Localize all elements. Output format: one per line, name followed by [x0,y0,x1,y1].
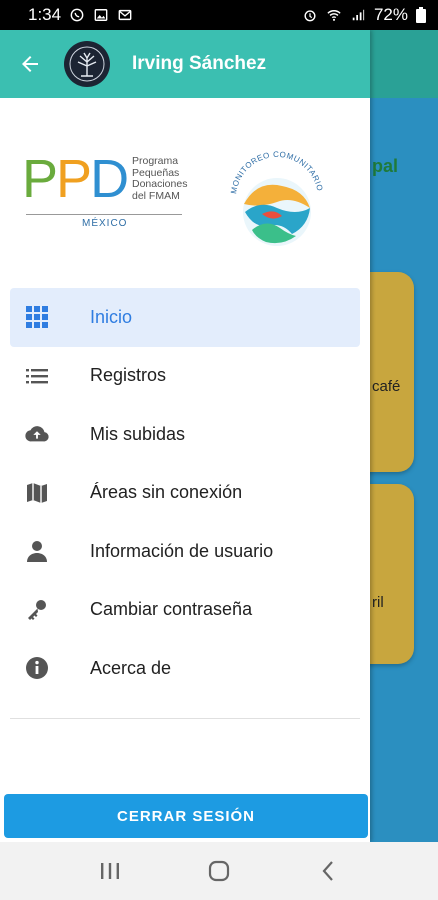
menu-divider [10,717,360,719]
background-title: pal [372,156,399,176]
home-button[interactable] [199,851,239,891]
whatsapp-icon [70,8,84,22]
ppd-logo-letters: PPD [22,149,129,209]
menu-item-mis-subidas[interactable]: Mis subidas [10,405,360,464]
wifi-icon [327,10,341,21]
image-icon [94,9,108,21]
key-icon [24,597,50,623]
navigation-drawer: Irving Sánchez PPD Programa Pequeñas Don… [0,30,370,842]
menu-label: Áreas sin conexión [90,482,243,503]
tree-logo-icon [69,46,105,82]
menu-label: Acerca de [90,657,172,678]
monitoreo-comunitario-logo: MONITOREO COMUNITARIO [229,150,324,246]
ppd-country: MÉXICO [82,218,128,229]
alarm-icon [304,10,316,22]
menu-item-areas-sin-conexion[interactable]: Áreas sin conexión [10,464,360,523]
chevron-left-icon [322,861,333,881]
ppd-subtitle-line: del FMAM [132,189,180,202]
map-icon [24,480,50,506]
grid-icon [24,304,50,330]
background-card-text: ril [372,594,384,611]
ppd-subtitle: Programa Pequeñas Donaciones del FMAM [132,155,188,202]
ppd-subtitle-line: Donaciones [132,178,188,190]
recent-apps-icon [101,863,120,879]
drawer-header: Irving Sánchez [0,30,370,98]
menu-item-informacion-usuario[interactable]: Información de usuario [10,522,360,581]
status-left: 1:34 [28,5,133,25]
avatar[interactable] [64,41,110,87]
logos-area: PPD Programa Pequeñas Donaciones del FMA… [0,98,370,288]
ppd-letter: P [22,149,58,209]
ppd-letter: D [90,149,129,209]
back-button[interactable] [308,851,348,891]
menu-item-cambiar-contrasena[interactable]: Cambiar contraseña [10,581,360,640]
menu-label: Inicio [90,306,133,327]
info-icon [24,655,50,681]
ppd-subtitle-line: Programa [132,155,179,167]
list-icon [24,363,50,389]
ppd-divider [26,214,182,215]
background-card-text: café [372,378,401,395]
signal-icon [352,9,365,21]
mail-icon [118,9,132,21]
status-time: 1:34 [28,5,62,24]
menu-item-registros[interactable]: Registros [10,347,360,406]
menu-label: Información de usuario [90,540,274,561]
status-right: 72% [302,5,426,25]
battery-icon [416,7,426,23]
ppd-letter: P [56,149,92,209]
menu-item-inicio[interactable]: Inicio [10,288,360,347]
system-nav-bar [0,842,438,900]
battery-percent: 72% [373,5,408,24]
person-icon [24,538,50,564]
menu-label: Registros [90,365,167,386]
menu-label: Mis subidas [90,423,186,444]
menu-item-acerca-de[interactable]: Acerca de [10,639,360,698]
status-bar: 1:34 72% [0,0,438,30]
cloud-upload-icon [24,421,50,447]
logout-button[interactable]: CERRAR SESIÓN [4,794,368,838]
back-arrow-icon[interactable] [18,52,42,76]
home-icon [208,860,230,882]
recent-apps-button[interactable] [90,851,130,891]
menu-label: Cambiar contraseña [90,599,253,620]
drawer-menu: Inicio Registros Mis subidas Áreas sin c… [0,288,370,698]
user-name: Irving Sánchez [132,53,267,74]
ppd-logo: PPD Programa Pequeñas Donaciones del FMA… [22,149,187,229]
